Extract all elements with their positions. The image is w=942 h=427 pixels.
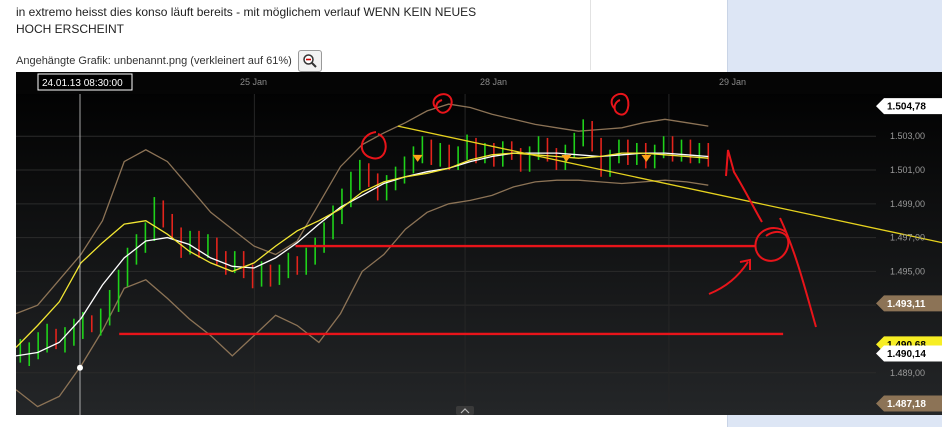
time-axis-strip xyxy=(16,72,942,94)
y-tick-label: 1.503,00 xyxy=(890,131,925,141)
cursor-dot xyxy=(77,364,83,371)
price-tag-label: 1.504,78 xyxy=(887,102,926,113)
magnifier-minus-icon xyxy=(303,54,317,68)
price-tag-label: 1.493,11 xyxy=(887,299,926,310)
time-label: 25 Jan xyxy=(240,77,267,87)
chart-background xyxy=(16,72,942,415)
time-label: 28 Jan xyxy=(480,77,507,87)
y-tick-label: 1.497,00 xyxy=(890,233,925,243)
attachment-row: Angehängte Grafik: unbenannt.png (verkle… xyxy=(16,50,322,72)
post-text-line-2: HOCH ERSCHEINT xyxy=(16,22,125,36)
post-text-line-1: in extremo heisst dies konso läuft berei… xyxy=(16,5,477,19)
chart-image[interactable]: 24.01.13 08:30:00 25 Jan 28 Jan 29 Jan 1.503… xyxy=(16,72,942,415)
y-tick-label: 1.495,00 xyxy=(890,266,925,276)
zoom-out-button[interactable] xyxy=(297,50,322,72)
scroll-handle xyxy=(456,406,474,415)
cursor-label: 24.01.13 08:30:00 xyxy=(42,78,123,89)
column-divider xyxy=(590,0,591,70)
y-tick-label: 1.489,00 xyxy=(890,368,925,378)
y-tick-label: 1.499,00 xyxy=(890,199,925,209)
price-tag-label: 1.487,18 xyxy=(887,399,926,410)
price-tag-label: 1.490,14 xyxy=(887,349,926,360)
post-text: in extremo heisst dies konso läuft berei… xyxy=(16,4,586,38)
attachment-label: Angehängte Grafik: unbenannt.png (verkle… xyxy=(16,55,292,67)
time-label: 29 Jan xyxy=(719,77,746,87)
y-tick-label: 1.501,00 xyxy=(890,165,925,175)
forex-chart: 24.01.13 08:30:00 25 Jan 28 Jan 29 Jan 1.503… xyxy=(16,72,942,415)
